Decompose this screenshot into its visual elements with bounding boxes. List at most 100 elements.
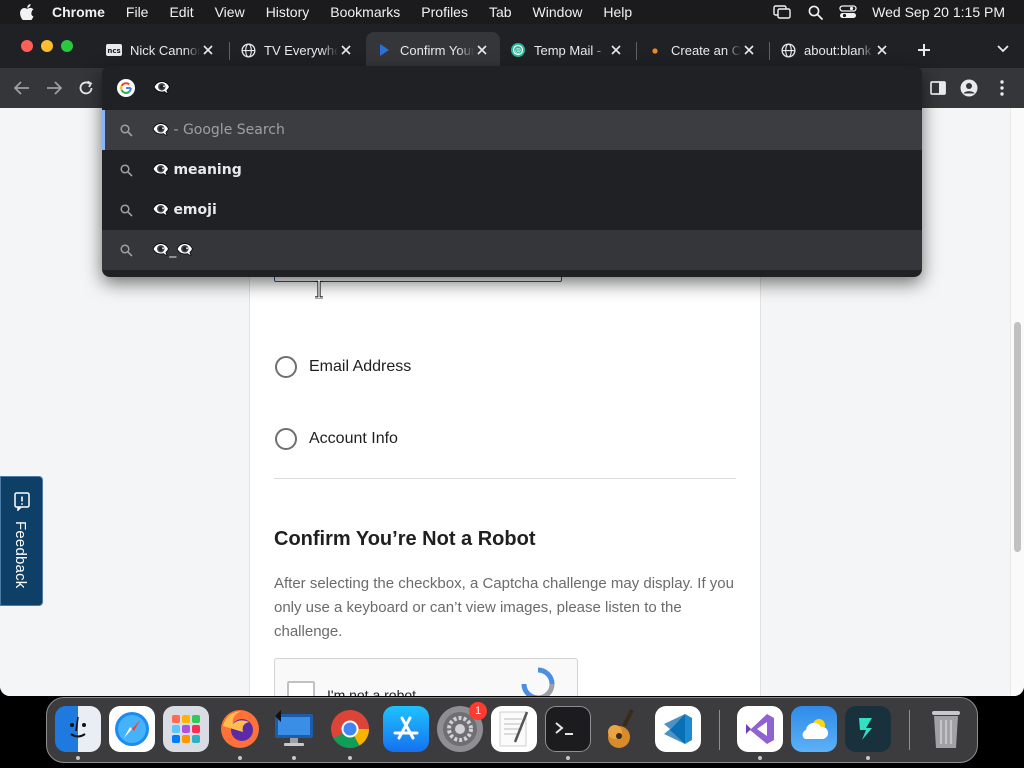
scrollbar-thumb[interactable] bbox=[1014, 322, 1021, 552]
nick-favicon: ncs bbox=[106, 42, 122, 58]
divider bbox=[274, 478, 736, 479]
safari-icon[interactable] bbox=[109, 706, 155, 752]
menu-history[interactable]: History bbox=[266, 4, 310, 20]
screen-sharing-icon[interactable] bbox=[271, 706, 317, 752]
spotlight-search-icon[interactable] bbox=[806, 3, 824, 21]
more-menu-icon[interactable] bbox=[992, 78, 1012, 98]
radio-button[interactable] bbox=[275, 356, 297, 378]
close-icon[interactable] bbox=[741, 42, 757, 58]
minimize-window-button[interactable] bbox=[41, 40, 53, 52]
tab-about-blank[interactable]: about:blank bbox=[770, 32, 900, 68]
search-icon bbox=[118, 202, 134, 218]
reload-icon[interactable] bbox=[76, 78, 96, 98]
google-chrome-icon[interactable] bbox=[327, 706, 373, 752]
app-store-icon[interactable] bbox=[383, 706, 429, 752]
captcha-checkbox[interactable] bbox=[287, 681, 315, 696]
tab-search-chevron-icon[interactable] bbox=[994, 40, 1012, 58]
menu-window[interactable]: Window bbox=[533, 4, 583, 20]
menu-bookmarks[interactable]: Bookmarks bbox=[330, 4, 400, 20]
running-indicator bbox=[758, 756, 762, 760]
suggestion-item[interactable]: 👁‍🗨_👁‍🗨 bbox=[102, 230, 922, 270]
textedit-icon[interactable] bbox=[491, 706, 537, 752]
page-scrollbar[interactable] bbox=[1010, 108, 1024, 696]
new-tab-button[interactable] bbox=[914, 40, 934, 60]
option-label: Email Address bbox=[309, 358, 412, 375]
tab-strip: ncs Nick Cannon TV Everywhere Confirm Yo… bbox=[0, 24, 1024, 68]
screen-mirroring-icon[interactable] bbox=[773, 3, 791, 21]
close-icon[interactable] bbox=[608, 42, 624, 58]
filmora-icon[interactable] bbox=[845, 706, 891, 752]
radio-button[interactable] bbox=[275, 428, 297, 450]
settings-badge: 1 bbox=[469, 702, 487, 720]
control-center-icon[interactable] bbox=[839, 3, 857, 21]
forward-icon[interactable] bbox=[44, 78, 64, 98]
temp-mail-favicon: @ bbox=[510, 42, 526, 58]
dot-favicon bbox=[647, 42, 663, 58]
garageband-icon[interactable] bbox=[599, 706, 645, 752]
running-indicator bbox=[76, 756, 80, 760]
menu-clock[interactable]: Wed Sep 20 1:15 PM bbox=[872, 4, 1005, 20]
visual-studio-code-icon[interactable] bbox=[655, 706, 701, 752]
tab-title: TV Everywhere bbox=[264, 42, 338, 58]
option-account-info[interactable]: Account Info bbox=[275, 428, 398, 450]
menu-file[interactable]: File bbox=[126, 4, 149, 20]
close-window-button[interactable] bbox=[21, 40, 33, 52]
running-indicator bbox=[238, 756, 242, 760]
robot-heading: Confirm You’re Not a Robot bbox=[274, 528, 536, 550]
robot-description: After selecting the checkbox, a Captcha … bbox=[274, 575, 734, 640]
tab-nick-cannon[interactable]: ncs Nick Cannon bbox=[96, 32, 226, 68]
menu-help[interactable]: Help bbox=[603, 4, 632, 20]
back-icon[interactable] bbox=[12, 78, 32, 98]
globe-icon bbox=[240, 42, 256, 58]
weather-icon[interactable] bbox=[791, 706, 837, 752]
google-icon bbox=[117, 79, 135, 97]
apple-icon[interactable] bbox=[16, 1, 38, 23]
tab-create-an[interactable]: Create an O bbox=[637, 32, 767, 68]
visual-studio-icon[interactable] bbox=[737, 706, 783, 752]
launchpad-icon[interactable] bbox=[163, 706, 209, 752]
captcha-label: I'm not a robot bbox=[327, 687, 417, 696]
menu-tab[interactable]: Tab bbox=[489, 4, 512, 20]
option-email-address[interactable]: Email Address bbox=[275, 356, 411, 378]
play-favicon bbox=[376, 42, 392, 58]
tab-tv-everywhere[interactable]: TV Everywhere bbox=[230, 32, 364, 68]
feedback-tab[interactable]: Feedback bbox=[0, 476, 43, 606]
svg-text:@: @ bbox=[515, 48, 521, 55]
suggestion-item[interactable]: 👁‍🗨 emoji bbox=[102, 190, 922, 230]
menu-view[interactable]: View bbox=[215, 4, 245, 20]
profile-avatar-icon[interactable] bbox=[959, 78, 979, 98]
close-icon[interactable] bbox=[874, 42, 890, 58]
close-icon[interactable] bbox=[474, 42, 490, 58]
suggestion-query: 👁‍🗨 bbox=[152, 202, 170, 218]
suggestion-query: 👁‍🗨_👁‍🗨 bbox=[152, 242, 194, 258]
suggestion-suffix: - Google Search bbox=[173, 122, 285, 138]
system-settings-icon[interactable]: 1 bbox=[437, 702, 487, 752]
firefox-icon[interactable] bbox=[217, 706, 263, 752]
menu-app-name[interactable]: Chrome bbox=[52, 4, 105, 20]
feedback-icon bbox=[14, 492, 30, 511]
finder-icon[interactable] bbox=[55, 706, 101, 752]
suggestion-suffix: meaning bbox=[173, 162, 242, 178]
trash-icon[interactable] bbox=[923, 706, 969, 752]
running-indicator bbox=[292, 756, 296, 760]
side-panel-icon[interactable] bbox=[928, 78, 948, 98]
suggestion-item[interactable]: 👁‍🗨 - Google Search bbox=[102, 110, 922, 150]
running-indicator bbox=[348, 756, 352, 760]
running-indicator bbox=[566, 756, 570, 760]
search-icon bbox=[118, 162, 134, 178]
terminal-icon[interactable] bbox=[545, 706, 591, 752]
suggestion-query: 👁‍🗨 bbox=[152, 122, 170, 138]
omnibox-input[interactable] bbox=[153, 76, 753, 100]
tab-title: Confirm Your bbox=[400, 42, 474, 58]
close-icon[interactable] bbox=[200, 42, 216, 58]
suggestion-item[interactable]: 👁‍🗨 meaning bbox=[102, 150, 922, 190]
close-icon[interactable] bbox=[338, 42, 354, 58]
zoom-window-button[interactable] bbox=[61, 40, 73, 52]
menu-bar: Chrome File Edit View History Bookmarks … bbox=[0, 0, 1024, 24]
dock-separator bbox=[909, 710, 910, 750]
running-indicator bbox=[866, 756, 870, 760]
tab-temp-mail[interactable]: @ Temp Mail - bbox=[500, 32, 634, 68]
tab-confirm-your[interactable]: Confirm Your bbox=[366, 32, 500, 68]
menu-edit[interactable]: Edit bbox=[169, 4, 193, 20]
menu-profiles[interactable]: Profiles bbox=[421, 4, 468, 20]
